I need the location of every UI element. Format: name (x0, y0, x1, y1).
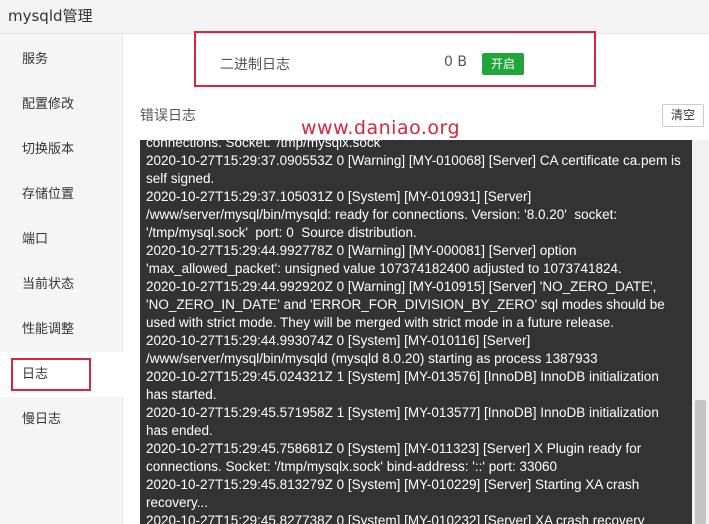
log-line: 2020-10-27T15:29:45.024321Z 1 [System] [… (146, 369, 663, 402)
log-line: 2020-10-27T15:29:45.571958Z 1 [System] [… (146, 405, 663, 438)
window-title: mysqld管理 (0, 0, 709, 34)
error-log-text: connections. Socket: '/tmp/mysqlx.sock' 2… (146, 140, 682, 524)
log-line: 2020-10-27T15:29:37.105031Z 0 [System] [… (146, 189, 621, 240)
watermark: www.daniao.org (301, 117, 461, 139)
log-line: 2020-10-27T15:29:45.813279Z 0 [System] [… (146, 477, 644, 510)
error-log-title: 错误日志 (140, 108, 196, 124)
error-log-console[interactable]: connections. Socket: '/tmp/mysqlx.sock' 2… (140, 140, 692, 524)
sidebar: 服务 配置修改 切换版本 存储位置 端口 当前状态 性能调整 日志 慢日志 (0, 34, 123, 524)
scrollbar-thumb[interactable] (695, 400, 706, 524)
log-line: connections. Socket: '/tmp/mysqlx.sock' (146, 140, 383, 150)
sidebar-item-log[interactable]: 日志 (0, 352, 123, 397)
binlog-section: 二进制日志 0 B 开启 (194, 31, 596, 87)
sidebar-item-performance[interactable]: 性能调整 (0, 307, 123, 352)
mysqld-manager-window: mysqld管理 服务 配置修改 切换版本 存储位置 端口 当前状态 性能调整 … (0, 0, 709, 524)
sidebar-item-service[interactable]: 服务 (0, 37, 123, 82)
log-line: 2020-10-27T15:29:45.827738Z 0 [System] [… (146, 513, 645, 524)
sidebar-item-config[interactable]: 配置修改 (0, 82, 123, 127)
sidebar-item-switch-version[interactable]: 切换版本 (0, 127, 123, 172)
log-line: 2020-10-27T15:29:44.992920Z 0 [Warning] … (146, 279, 669, 330)
binlog-size: 0 B (444, 54, 467, 70)
log-line: 2020-10-27T15:29:37.090553Z 0 [Warning] … (146, 153, 685, 186)
sidebar-item-status[interactable]: 当前状态 (0, 262, 123, 307)
binlog-label: 二进制日志 (220, 57, 290, 73)
binlog-enable-button[interactable]: 开启 (482, 53, 524, 75)
sidebar-item-slow-log[interactable]: 慢日志 (0, 397, 123, 442)
clear-log-button[interactable]: 清空 (662, 104, 704, 127)
sidebar-item-storage[interactable]: 存储位置 (0, 172, 123, 217)
log-line: 2020-10-27T15:29:44.993074Z 0 [System] [… (146, 333, 598, 366)
main-panel: 二进制日志 0 B 开启 错误日志 www.daniao.org 清空 conn… (123, 31, 709, 524)
log-line: 2020-10-27T15:29:45.758681Z 0 [System] [… (146, 441, 646, 474)
log-line: 2020-10-27T15:29:44.992778Z 0 [Warning] … (146, 243, 622, 276)
sidebar-item-port[interactable]: 端口 (0, 217, 123, 262)
console-scrollbar[interactable] (692, 140, 709, 524)
